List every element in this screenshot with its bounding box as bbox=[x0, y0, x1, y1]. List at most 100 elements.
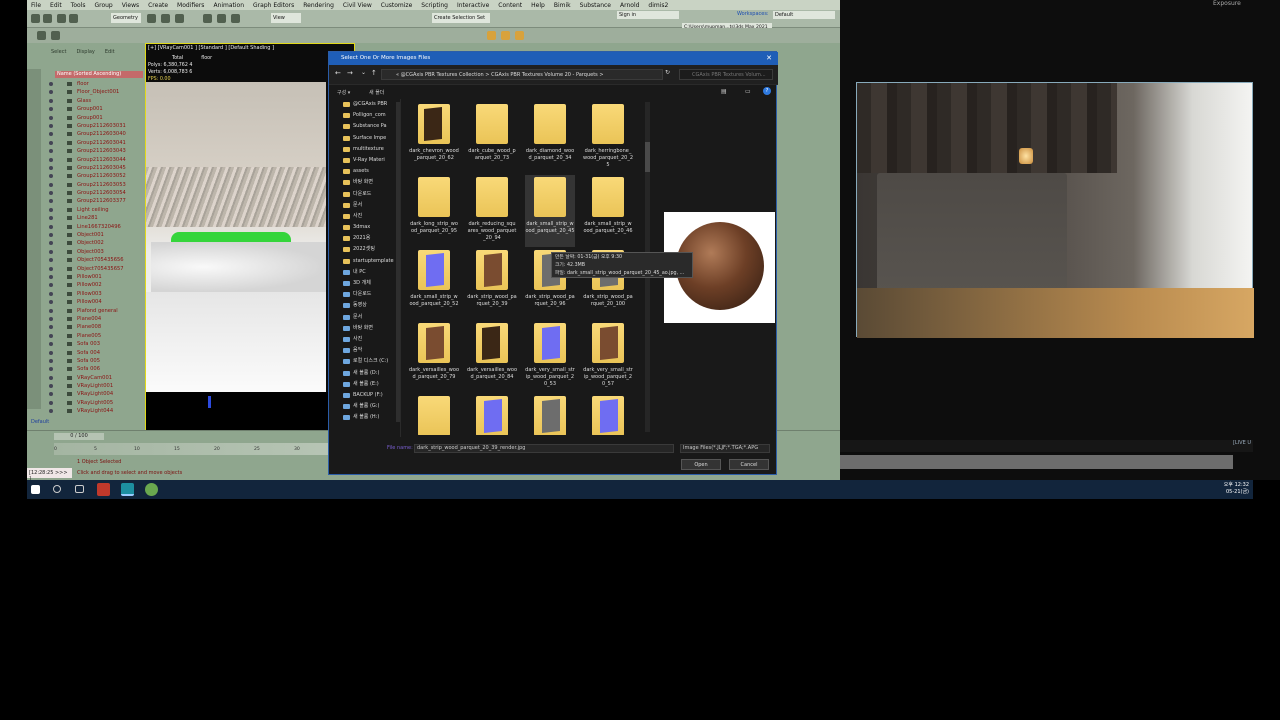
menu-arnold[interactable]: Arnold bbox=[620, 2, 639, 9]
refresh-icon[interactable]: ↻ bbox=[665, 69, 670, 76]
select-by-name-icon[interactable] bbox=[161, 14, 170, 23]
menu-customize[interactable]: Customize bbox=[381, 2, 413, 9]
scene-list-item[interactable]: Group2112603052 bbox=[47, 172, 143, 180]
scene-list-item[interactable]: Sofa 004 bbox=[47, 349, 143, 357]
folder-item[interactable]: dark_very_small_strip_wood_parquet_20_53 bbox=[525, 321, 575, 393]
nav-pane-item[interactable]: 다운로드 bbox=[329, 189, 400, 200]
tab-select[interactable]: Select bbox=[51, 49, 66, 57]
scene-list-item[interactable]: Pillow004 bbox=[47, 298, 143, 306]
menu-interactive[interactable]: Interactive bbox=[457, 2, 489, 9]
scale-icon[interactable] bbox=[231, 14, 240, 23]
scene-list-item[interactable]: Object705435656 bbox=[47, 256, 143, 264]
scene-list-item[interactable]: Group2112603041 bbox=[47, 139, 143, 147]
nav-pane-drive[interactable]: 내 PC bbox=[329, 267, 400, 278]
scene-list-item[interactable]: VRayLight005 bbox=[47, 399, 143, 407]
scene-list-item[interactable]: Line281 bbox=[47, 214, 143, 222]
nav-pane-item[interactable]: Surface Impe bbox=[329, 133, 400, 144]
folder-item[interactable] bbox=[583, 394, 633, 435]
selection-filter-dropdown[interactable]: Geometry bbox=[111, 13, 141, 23]
redo-icon[interactable] bbox=[43, 14, 52, 23]
folder-item[interactable]: dark_strip_wood_parquet_20_39 bbox=[467, 248, 517, 320]
scene-list-item[interactable]: Group2112603044 bbox=[47, 156, 143, 164]
clock[interactable]: 오후 12:32 05-21(금) bbox=[1224, 482, 1249, 496]
menu-scripting[interactable]: Scripting bbox=[421, 2, 448, 9]
nav-pane-item[interactable]: @CGAxis PBR bbox=[329, 99, 400, 110]
timeline-ruler[interactable]: 0 5 10 15 20 25 30 35 bbox=[54, 443, 354, 455]
organize-button[interactable]: 구성 ▾ bbox=[337, 89, 350, 96]
scene-list-item[interactable]: Group2112603045 bbox=[47, 164, 143, 172]
nav-pane-drive[interactable]: 새 볼륨 (G:) bbox=[329, 401, 400, 412]
scene-list-item[interactable]: Pillow001 bbox=[47, 273, 143, 281]
nav-pane-drive[interactable]: BACKUP (F:) bbox=[329, 390, 400, 401]
scene-list-item[interactable]: Sofa 005 bbox=[47, 357, 143, 365]
scene-list-item[interactable]: Group2112603031 bbox=[47, 122, 143, 130]
scene-list-item[interactable]: VRayLight004 bbox=[47, 390, 143, 398]
recent-icon[interactable]: ⌄ bbox=[361, 69, 366, 76]
view-options-icon[interactable]: ▤ bbox=[721, 88, 727, 95]
scene-list-item[interactable]: Sofa 003 bbox=[47, 340, 143, 348]
nav-pane-drive[interactable]: 새 볼륨 (E:) bbox=[329, 379, 400, 390]
scene-list-item[interactable]: Glass bbox=[47, 97, 143, 105]
app-icon[interactable] bbox=[97, 483, 110, 496]
nav-pane-drive[interactable]: 문서 bbox=[329, 312, 400, 323]
scene-list-item[interactable]: Plane008 bbox=[47, 323, 143, 331]
search-icon[interactable] bbox=[53, 485, 61, 493]
folder-item[interactable]: dark_small_strip_wood_parquet_20_52 bbox=[409, 248, 459, 320]
nav-pane-drive[interactable]: 사진 bbox=[329, 334, 400, 345]
address-bar[interactable]: « @CGAxis PBR Textures Collection > CGAx… bbox=[381, 69, 663, 80]
nav-pane-drive[interactable]: 새 볼륨 (D:) bbox=[329, 368, 400, 379]
link-icon[interactable] bbox=[57, 14, 66, 23]
folder-item[interactable]: dark_small_strip_wood_parquet_20_45 bbox=[525, 175, 575, 247]
scene-list-item[interactable]: Group2112603377 bbox=[47, 197, 143, 205]
folder-item[interactable]: dark_chevron_wood_parquet_20_62 bbox=[409, 102, 459, 174]
scene-list-item[interactable]: Group2112603053 bbox=[47, 181, 143, 189]
select-icon[interactable] bbox=[147, 14, 156, 23]
scene-list-item[interactable]: Pillow002 bbox=[47, 281, 143, 289]
nav-pane-item[interactable]: V-Ray Materi bbox=[329, 155, 400, 166]
menu-edit[interactable]: Edit bbox=[50, 2, 62, 9]
nav-pane-drive[interactable]: 새 볼륨 (H:) bbox=[329, 412, 400, 423]
scene-list-item[interactable]: VRayCam001 bbox=[47, 374, 143, 382]
scene-list-item[interactable]: VRayLight001 bbox=[47, 382, 143, 390]
scene-list-item[interactable]: Plane005 bbox=[47, 332, 143, 340]
viewport-label[interactable]: [+] [VRayCam001 ] [Standard ] [Default S… bbox=[148, 45, 274, 51]
nav-pane-item[interactable]: 2022셋팅 bbox=[329, 244, 400, 255]
folder-item[interactable]: dark_small_strip_wood_parquet_20_46 bbox=[583, 175, 633, 247]
move-icon[interactable] bbox=[203, 14, 212, 23]
tab-edit[interactable]: Edit bbox=[105, 49, 115, 57]
nav-pane-item[interactable]: 문서 bbox=[329, 200, 400, 211]
undo-icon[interactable] bbox=[31, 14, 40, 23]
folder-item[interactable] bbox=[525, 394, 575, 435]
folder-item[interactable]: dark_reducing_squares_wood_parquet_20_94 bbox=[467, 175, 517, 247]
reference-coord-dropdown[interactable]: View bbox=[271, 13, 301, 23]
folder-item[interactable]: dark_very_small_strip_wood_parquet_20_57 bbox=[583, 321, 633, 393]
menu-bimik[interactable]: Bimik bbox=[554, 2, 571, 9]
nav-pane-item[interactable]: 3dmax bbox=[329, 222, 400, 233]
scroll-thumb[interactable] bbox=[645, 142, 650, 172]
menu-file[interactable]: File bbox=[31, 2, 41, 9]
nav-pane-drive[interactable]: 동영상 bbox=[329, 300, 400, 311]
signin-button[interactable]: Sign in bbox=[617, 11, 679, 19]
menu-graph-editors[interactable]: Graph Editors bbox=[253, 2, 294, 9]
folder-item[interactable]: dark_long_strip_wood_parquet_20_95 bbox=[409, 175, 459, 247]
scene-list-item[interactable]: Sofa 006 bbox=[47, 365, 143, 373]
nav-pane-item[interactable]: Substance Pa bbox=[329, 121, 400, 132]
render-icon[interactable] bbox=[515, 31, 524, 40]
scene-list-item[interactable]: Group2112603054 bbox=[47, 189, 143, 197]
scene-list-item[interactable]: Object003 bbox=[47, 248, 143, 256]
menu-help[interactable]: Help bbox=[531, 2, 545, 9]
nav-scrollbar[interactable] bbox=[396, 102, 400, 422]
preview-pane-icon[interactable]: ▭ bbox=[745, 88, 751, 95]
nav-pane-item[interactable]: assets bbox=[329, 166, 400, 177]
search-input[interactable]: CGAxis PBR Textures Volum... bbox=[679, 69, 773, 80]
render-frame-icon[interactable] bbox=[501, 31, 510, 40]
scene-list-item[interactable]: Light ceiling bbox=[47, 206, 143, 214]
filename-input[interactable]: dark_strip_wood_parquet_20_39_render.jpg bbox=[414, 444, 674, 453]
menu-dimis2[interactable]: dimis2 bbox=[648, 2, 668, 9]
menu-group[interactable]: Group bbox=[94, 2, 112, 9]
folder-item[interactable]: dark_versailles_wood_parquet_20_84 bbox=[467, 321, 517, 393]
selection-set-dropdown[interactable]: Create Selection Set bbox=[432, 13, 490, 23]
menu-tools[interactable]: Tools bbox=[71, 2, 86, 9]
menu-views[interactable]: Views bbox=[122, 2, 139, 9]
folder-item[interactable]: dark_cube_wood_parquet_20_73 bbox=[467, 102, 517, 174]
